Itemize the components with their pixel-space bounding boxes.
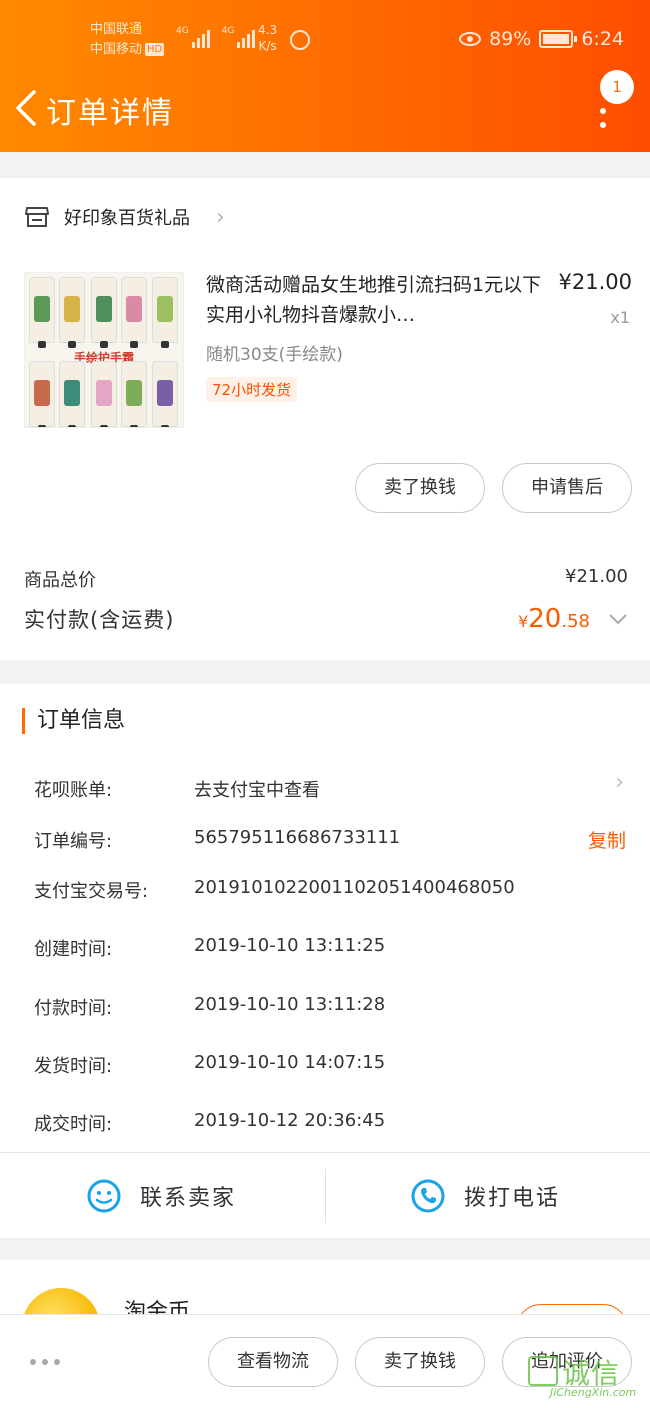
info-label: 发货时间: <box>34 1056 113 1077</box>
contact-seller-label: 联系卖家 <box>140 1186 237 1211</box>
product-title[interactable]: 微商活动赠品女生地推引流扫码1元以下实用小礼物抖音爆款小… <box>206 270 546 330</box>
product-price: ¥21.00 <box>558 270 632 294</box>
chevron-right-icon[interactable]: › <box>615 770 624 795</box>
signal-icon: 4G <box>222 26 256 48</box>
total-label: 商品总价 <box>24 570 96 591</box>
message-badge[interactable]: 1 <box>600 70 634 104</box>
call-label: 拨打电话 <box>464 1186 561 1211</box>
view-logistics-button[interactable]: 查看物流 <box>208 1337 338 1387</box>
info-label: 成交时间: <box>34 1114 113 1135</box>
status-right: 89% 6:24 <box>459 28 624 50</box>
after-sale-button[interactable]: 申请售后 <box>502 463 632 513</box>
total-value: ¥21.00 <box>565 566 628 587</box>
paid-label: 实付款(含运费) <box>24 608 175 632</box>
clock: 6:24 <box>581 28 624 50</box>
info-label: 付款时间: <box>34 998 113 1019</box>
order-info-card <box>0 684 650 1152</box>
product-spec: 随机30支(手绘款) <box>206 345 343 365</box>
info-value: 去支付宝中查看 <box>194 780 320 801</box>
app-header: 中国联通 中国移动 HD 4G 4G 4.3 K/s 89% 6:24 订单详情 … <box>0 0 650 152</box>
page-title: 订单详情 <box>46 96 174 131</box>
info-value: 2019-10-10 13:11:28 <box>194 994 386 1015</box>
shop-row[interactable]: 好印象百货礼品 › <box>24 204 225 230</box>
info-label: 花呗账单: <box>34 780 113 801</box>
section-title: 订单信息 <box>22 708 125 734</box>
more-dot-icon <box>600 122 606 128</box>
notification-icon <box>290 30 310 50</box>
status-bar: 中国联通 中国移动 HD 4G 4G 4.3 K/s 89% 6:24 <box>0 0 650 80</box>
signal-icon: 4G <box>176 26 210 48</box>
chat-icon <box>87 1179 121 1213</box>
battery-icon <box>539 30 578 48</box>
watermark-logo-icon <box>528 1356 558 1386</box>
chevron-down-icon[interactable] <box>608 612 628 626</box>
contact-seller-button[interactable]: 联系卖家 <box>86 1153 236 1239</box>
sell-button[interactable]: 卖了换钱 <box>355 463 485 513</box>
paid-value: ¥20.58 <box>518 604 590 634</box>
signal-icons: 4G 4G <box>176 26 256 48</box>
info-label: 支付宝交易号: <box>34 881 149 902</box>
carrier-info: 中国联通 中国移动 HD <box>90 20 165 60</box>
info-value: 2019-10-10 14:07:15 <box>194 1052 386 1073</box>
sell-bottom-button[interactable]: 卖了换钱 <box>355 1337 485 1387</box>
call-button[interactable]: 拨打电话 <box>410 1153 560 1239</box>
chevron-right-icon: › <box>216 204 225 230</box>
contact-bar: 联系卖家 拨打电话 <box>0 1152 650 1238</box>
shop-name: 好印象百货礼品 <box>64 208 190 229</box>
product-quantity: x1 <box>610 308 630 327</box>
battery-percent: 89% <box>489 28 532 50</box>
carrier-1: 中国联通 <box>90 22 143 37</box>
phone-icon <box>411 1179 445 1213</box>
copy-button[interactable]: 复制 <box>588 826 626 853</box>
product-thumbnail[interactable]: 手绘护手霜 <box>24 272 184 428</box>
back-arrow-icon <box>16 90 36 126</box>
divider <box>325 1169 326 1223</box>
more-actions-icon[interactable] <box>30 1359 60 1365</box>
info-label: 订单编号: <box>34 831 113 852</box>
store-icon <box>24 205 50 229</box>
shipping-tag: 72小时发货 <box>206 377 298 402</box>
carrier-2: 中国移动 HD <box>90 42 165 57</box>
info-value: 2019-10-12 20:36:45 <box>194 1110 386 1131</box>
hd-badge: HD <box>145 43 165 56</box>
site-watermark: 诚信 JiChengXin.com <box>528 1352 646 1402</box>
net-speed: 4.3 K/s <box>258 23 278 53</box>
info-label: 创建时间: <box>34 939 113 960</box>
nav-bar: 订单详情 <box>0 80 650 140</box>
info-value: 2019-10-10 13:11:25 <box>194 935 386 956</box>
info-value: 565795116686733111 <box>194 827 401 848</box>
more-dot-icon <box>600 108 606 114</box>
info-value: 2019101022001102051400468050 <box>194 877 515 898</box>
eye-comfort-icon <box>459 32 482 46</box>
